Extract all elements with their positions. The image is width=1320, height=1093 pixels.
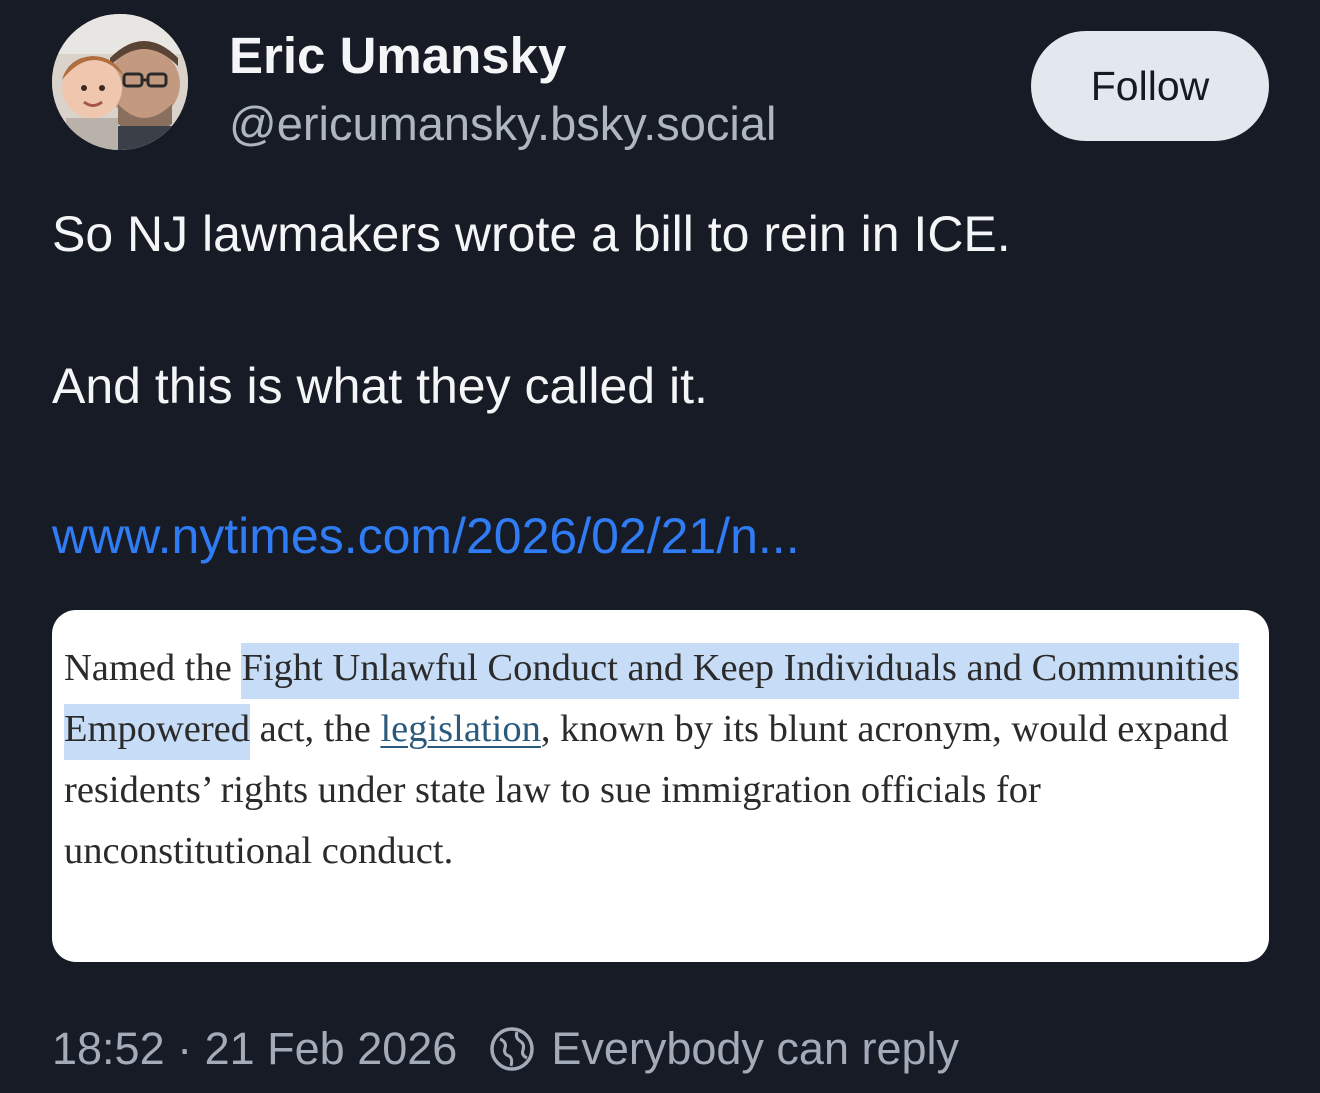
quote-image-card[interactable]: Named the Fight Unlawful Conduct and Kee… xyxy=(52,610,1269,962)
avatar[interactable] xyxy=(52,14,188,150)
post-text-line: So NJ lawmakers wrote a bill to rein in … xyxy=(52,206,1011,262)
user-handle[interactable]: @ericumansky.bsky.social xyxy=(229,96,776,151)
post-link[interactable]: www.nytimes.com/2026/02/21/n... xyxy=(52,507,800,565)
legislation-link[interactable]: legislation xyxy=(380,708,540,750)
follow-button[interactable]: Follow xyxy=(1031,31,1269,141)
avatar-photo xyxy=(52,14,188,150)
post-timestamp[interactable]: 18:52 · 21 Feb 2026 xyxy=(52,1023,457,1075)
display-name[interactable]: Eric Umansky xyxy=(229,26,566,85)
globe-icon xyxy=(487,1024,537,1074)
quote-text: Named the Fight Unlawful Conduct and Kee… xyxy=(64,638,1259,882)
post-text-line: And this is what they called it. xyxy=(52,358,708,414)
reply-setting[interactable]: Everybody can reply xyxy=(551,1023,959,1075)
quote-middle: act, the xyxy=(250,708,381,750)
quote-prefix: Named the xyxy=(64,647,242,689)
post-footer: 18:52 · 21 Feb 2026 Everybody can reply xyxy=(52,1023,959,1075)
